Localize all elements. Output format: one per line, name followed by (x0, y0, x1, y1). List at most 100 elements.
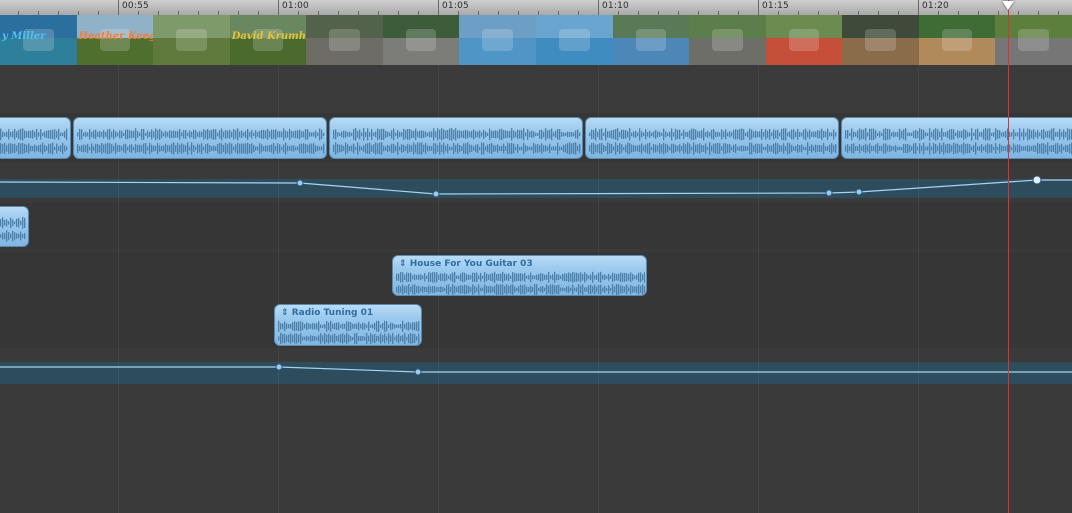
waveform-bar (427, 145, 429, 152)
waveform-bar (889, 129, 891, 140)
waveform-bar (306, 335, 308, 342)
waveform-bar (727, 144, 729, 153)
waveform-bar (300, 321, 302, 332)
volume-envelope[interactable] (0, 360, 1072, 380)
waveform-bar (101, 143, 103, 154)
clip-house-for-you-guitar[interactable]: ⇕ House For You Guitar 03 (392, 255, 647, 296)
waveform-bar (340, 334, 342, 343)
waveform-bar (511, 128, 513, 141)
waveform-bar (181, 132, 183, 137)
waveform-bar (344, 334, 346, 343)
waveform-bar (773, 143, 775, 154)
waveform-bar (253, 132, 255, 136)
waveform-bar (533, 131, 535, 138)
audio-clip[interactable] (73, 117, 327, 159)
waveform-bar (197, 143, 199, 154)
waveform-bar (767, 144, 769, 153)
waveform-bar (907, 143, 909, 154)
waveform-bar (955, 143, 957, 154)
waveform-bar (791, 129, 793, 140)
waveform-bar (556, 274, 558, 281)
audio-clip[interactable] (0, 117, 71, 159)
waveform-bar (913, 130, 915, 138)
waveform-bar (354, 323, 356, 329)
waveform-bar (345, 131, 347, 138)
playhead[interactable] (1008, 0, 1009, 513)
waveform-bar (1019, 144, 1021, 153)
waveform-bar (749, 142, 751, 155)
clip-radio-tuning[interactable]: ⇕ Radio Tuning 01 (274, 304, 422, 346)
keyframe-handle[interactable] (855, 188, 863, 196)
audio-clip[interactable] (329, 117, 583, 159)
waveform-bar (679, 129, 681, 140)
waveform-bar (571, 143, 573, 154)
keyframe-handle[interactable] (825, 189, 833, 197)
waveform-bar (493, 144, 495, 153)
waveform-bar (323, 143, 325, 154)
waveform-bar (761, 143, 763, 154)
waveform-bar (620, 272, 622, 282)
waveform-bar (374, 333, 376, 344)
video-filmstrip[interactable]: y MillerHeather KeeganDavid Krumholtz (0, 15, 1072, 65)
waveform-bar (213, 129, 215, 140)
waveform-bar (1061, 132, 1063, 137)
audio-track-4 (0, 300, 1072, 348)
waveform-bar (344, 323, 346, 329)
waveform-bar (302, 336, 304, 341)
waveform-bar (559, 129, 561, 140)
waveform-bar (737, 129, 739, 140)
waveform-bar (44, 145, 46, 152)
keyframe-handle[interactable] (414, 368, 422, 376)
waveform-bar (492, 286, 494, 293)
waveform-bar (153, 145, 155, 152)
waveform-bar (349, 146, 351, 151)
waveform-bar (318, 321, 320, 332)
waveform-bar (721, 129, 723, 140)
waveform-bar (485, 146, 487, 151)
filmstrip-frame (765, 15, 844, 65)
waveform-bar (569, 131, 571, 137)
waveform-bar (64, 145, 66, 152)
waveform-bar (404, 286, 406, 293)
waveform-bar (594, 284, 596, 295)
waveform-bar (741, 145, 743, 152)
waveform-bar (507, 131, 509, 138)
waveform-bar (409, 144, 411, 153)
waveform-bar (763, 146, 765, 151)
waveform-bar (531, 146, 533, 151)
playhead-handle[interactable] (1002, 1, 1014, 10)
volume-envelope[interactable] (0, 170, 1072, 200)
keyframe-handle[interactable] (432, 190, 440, 198)
waveform-bar (719, 132, 721, 137)
waveform-bar (24, 143, 26, 154)
waveform-bar (949, 129, 951, 140)
waveform-bar (418, 321, 420, 332)
filmstrip-frame (842, 15, 920, 65)
waveform-bar (629, 143, 631, 154)
waveform-bar (777, 129, 779, 140)
audio-clip[interactable] (585, 117, 839, 159)
waveform-bar (441, 144, 443, 153)
waveform-bar (693, 142, 695, 155)
waveform-bar (229, 129, 231, 139)
keyframe-handle[interactable] (296, 179, 304, 187)
keyframe-handle[interactable] (275, 363, 283, 371)
waveform-bar (451, 146, 453, 151)
audio-clip[interactable] (841, 117, 1072, 159)
waveform-bar (1065, 144, 1067, 153)
time-ruler[interactable]: 00:55 01:00 01:05 01:10 01:15 01:20 (0, 0, 1072, 16)
waveform-bar (523, 128, 525, 141)
waveform-bar (386, 336, 388, 341)
keyframe-handle[interactable] (1032, 175, 1042, 185)
waveform-bar (56, 143, 58, 154)
waveform-bar (528, 287, 530, 292)
waveform-bar (603, 132, 605, 137)
waveform-bar (269, 131, 271, 138)
waveform-bar (359, 145, 361, 152)
waveform-bar (392, 323, 394, 330)
waveform-bar (20, 143, 22, 154)
waveform-bar (599, 129, 601, 140)
waveform-bar (464, 284, 466, 295)
waveform-bar (338, 335, 340, 342)
audio-clip[interactable] (0, 206, 29, 247)
